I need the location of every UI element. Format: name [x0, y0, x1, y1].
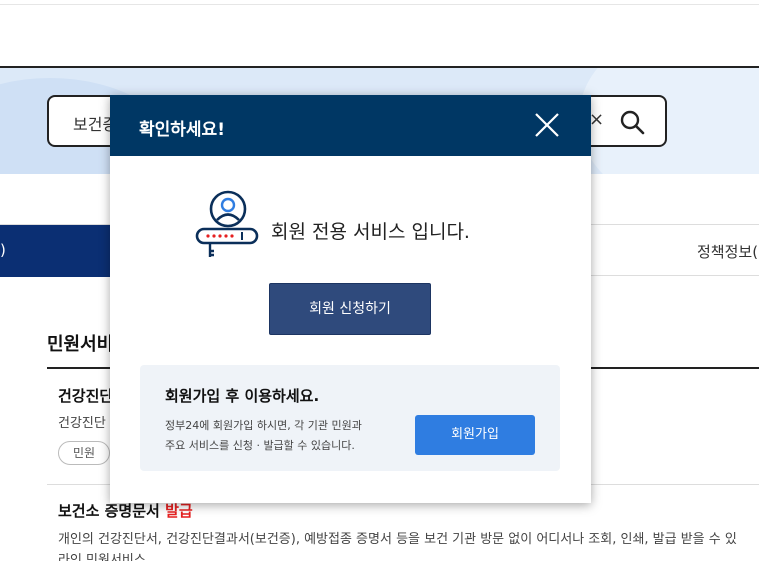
result-item-badge: 발급 — [165, 502, 193, 520]
result-item-title[interactable]: 건강진단 — [58, 385, 113, 406]
close-icon[interactable]: × — [589, 109, 604, 130]
signup-info-desc: 정부24에 회원가입 하시면, 각 기관 민원과 — [165, 419, 362, 432]
signup-info-desc: 주요 서비스를 신청 · 발급할 수 있습니다. — [165, 439, 355, 452]
result-item-desc: 개인의 건강진단서, 건강진단결과서(보건증), 예방접종 증명서 등을 보건 … — [58, 532, 737, 547]
signup-info-box: 회원가입 후 이용하세요. 정부24에 회원가입 하시면, 각 기관 민원과 주… — [140, 365, 560, 471]
section-title: 민원서비 — [47, 334, 114, 355]
dialog-header: 확인하세요! — [110, 95, 591, 156]
member-only-dialog: 확인하세요! 회원 전용 서비스 입니다. 회원 신청하기 회원가입 후 이용하… — [110, 95, 591, 503]
header-top-divider — [0, 4, 759, 5]
dialog-title: 확인하세요! — [139, 120, 225, 140]
nav-tab-policy[interactable]: 정책정보( — [697, 241, 758, 262]
close-icon[interactable] — [533, 111, 561, 139]
result-item-title[interactable]: 보건소 증명문서 발급 — [58, 500, 193, 521]
category-tag: 민원 — [58, 441, 110, 465]
result-item-desc: 건강진단 — [58, 416, 106, 431]
member-apply-button[interactable]: 회원 신청하기 — [269, 283, 431, 335]
site-header — [0, 0, 759, 68]
result-item-desc: 라인 민원서비스 — [58, 553, 146, 561]
signup-info-title: 회원가입 후 이용하세요. — [165, 387, 320, 405]
dialog-message: 회원 전용 서비스 입니다. — [271, 221, 470, 243]
result-item-title-text: 보건소 증명문서 — [58, 502, 160, 520]
search-icon[interactable] — [619, 109, 645, 135]
nav-tab-active-label: ) — [0, 241, 6, 259]
member-login-icon — [195, 190, 259, 257]
signup-button[interactable]: 회원가입 — [415, 415, 535, 455]
